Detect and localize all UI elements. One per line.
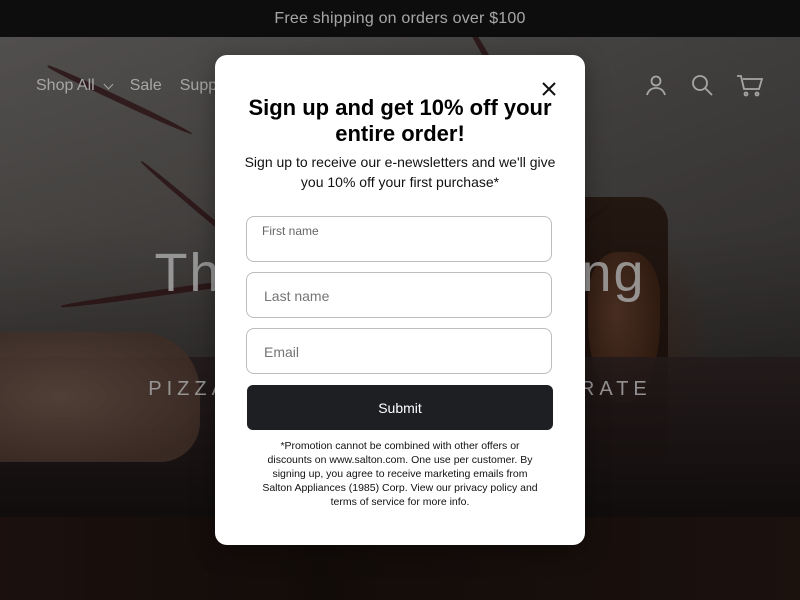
modal-heading: Sign up and get 10% off your entire orde…: [248, 95, 552, 146]
modal-subheading: Sign up to receive our e-newsletters and…: [244, 154, 556, 190]
first-name-input[interactable]: [262, 229, 536, 263]
first-name-field[interactable]: First name: [246, 216, 552, 263]
submit-button[interactable]: Submit: [247, 385, 553, 430]
last-name-field[interactable]: [246, 272, 552, 319]
email-input[interactable]: [262, 329, 536, 375]
last-name-input[interactable]: [262, 273, 536, 319]
promo-disclaimer: *Promotion cannot be combined with other…: [262, 440, 538, 508]
signup-modal: Sign up and get 10% off your entire orde…: [215, 55, 585, 545]
email-field[interactable]: [246, 328, 552, 375]
page: Free shipping on orders over $100 Th ng P…: [0, 0, 800, 600]
